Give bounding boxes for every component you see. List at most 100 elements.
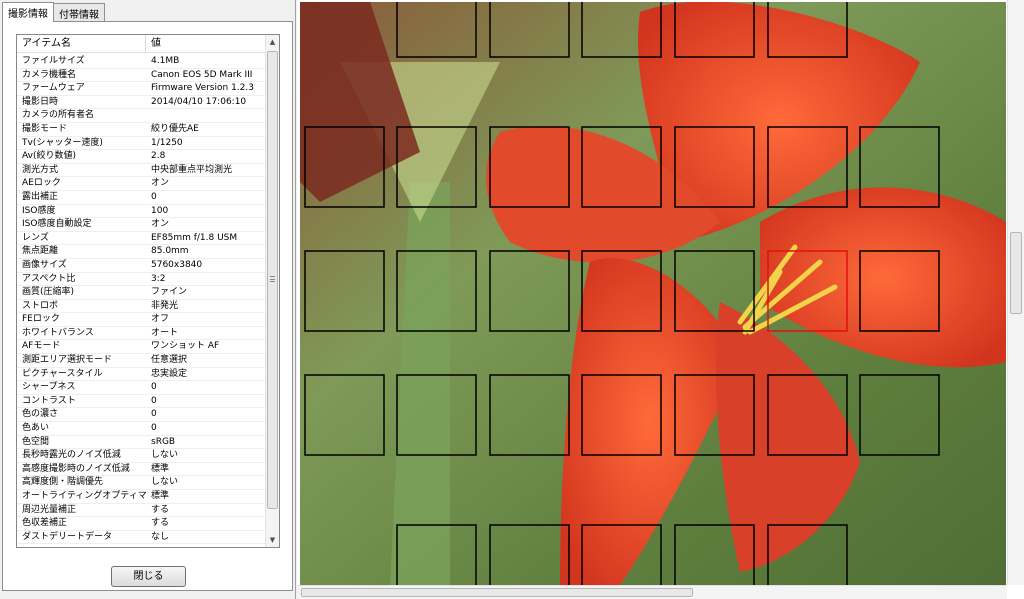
table-row[interactable]: カメラの所有者名 bbox=[17, 109, 267, 123]
item-value-cell: オート bbox=[151, 327, 179, 338]
item-value-cell bbox=[146, 109, 267, 122]
item-value-cell: 非発光 bbox=[151, 300, 179, 311]
table-row[interactable]: 色空間 sRGB bbox=[17, 436, 267, 450]
table-row[interactable]: 色あい 0 bbox=[17, 422, 267, 436]
table-row[interactable]: 露出補正 0 bbox=[17, 191, 267, 205]
column-header-item-name[interactable]: アイテム名 bbox=[17, 35, 146, 53]
item-value-cell: 中央部重点平均測光 bbox=[151, 164, 233, 175]
table-row[interactable]: 高感度撮影時のノイズ低減 標準 bbox=[17, 463, 267, 477]
image-preview-panel bbox=[297, 0, 1024, 599]
column-header-value[interactable]: 値 bbox=[146, 35, 267, 53]
item-name-cell: 画像サイズ bbox=[22, 259, 67, 270]
item-name-cell: ダストデリートデータ bbox=[22, 531, 113, 542]
table-row[interactable]: コントラスト 0 bbox=[17, 395, 267, 409]
table-row[interactable]: 測光方式 中央部重点平均測光 bbox=[17, 164, 267, 178]
item-value-cell: 標準 bbox=[151, 491, 170, 501]
item-name-cell: 高輝度側・階調優先 bbox=[22, 477, 104, 488]
item-value-cell: オフ bbox=[151, 314, 170, 325]
table-row[interactable]: ピクチャースタイル 忠実設定 bbox=[17, 368, 267, 382]
item-name-cell: FEロック bbox=[22, 314, 60, 325]
item-value-cell: 0 bbox=[151, 382, 157, 393]
table-row[interactable]: 色収差補正 する bbox=[17, 517, 267, 531]
item-value-cell: 100 bbox=[151, 205, 169, 216]
item-value-cell: しない bbox=[151, 450, 179, 461]
table-row[interactable]: 撮影日時 2014/04/10 17:06:10 bbox=[17, 96, 267, 110]
image-horizontal-scrollbar[interactable] bbox=[297, 585, 1007, 599]
scroll-up-arrow-icon[interactable]: ▲ bbox=[266, 35, 279, 49]
item-value-cell: ファイン bbox=[151, 287, 188, 298]
item-value-cell: sRGB bbox=[151, 436, 176, 447]
table-row[interactable]: ISO感度 100 bbox=[17, 205, 267, 219]
item-value-cell: 5760x3840 bbox=[151, 259, 203, 270]
item-name-cell: ストロボ bbox=[22, 300, 59, 311]
list-scrollbar[interactable]: ▲ ▼ bbox=[265, 35, 279, 547]
table-row[interactable]: 長秒時露光のノイズ低減 しない bbox=[17, 449, 267, 463]
vertical-scroll-thumb[interactable] bbox=[1010, 232, 1022, 314]
table-row[interactable]: 画質(圧縮率) ファイン bbox=[17, 286, 267, 300]
item-value-cell: 0 bbox=[151, 409, 157, 420]
item-name-cell: コントラスト bbox=[22, 395, 76, 406]
item-name-cell: シャープネス bbox=[22, 382, 76, 393]
flower-photo bbox=[300, 2, 1006, 585]
item-value-cell: 2.8 bbox=[151, 151, 166, 162]
table-row[interactable]: レンズ EF85mm f/1.8 USM bbox=[17, 232, 267, 246]
item-value-cell: Canon EOS 5D Mark III bbox=[151, 69, 253, 80]
item-value-cell: 忠実設定 bbox=[151, 368, 188, 379]
table-row[interactable]: 高輝度側・階調優先 しない bbox=[17, 476, 267, 490]
item-value-cell: する bbox=[151, 518, 170, 529]
table-row[interactable]: FEロック オフ bbox=[17, 313, 267, 327]
item-value-cell: 4.1MB bbox=[151, 56, 180, 66]
item-name-cell: 撮影日時 bbox=[22, 96, 59, 107]
table-row[interactable]: アスペクト比 3:2 bbox=[17, 273, 267, 287]
item-value-cell: しない bbox=[151, 477, 179, 488]
item-name-cell: オートライティングオプティマイザ bbox=[22, 491, 146, 501]
table-row[interactable]: ファイルサイズ 4.1MB bbox=[17, 55, 267, 69]
item-name-cell: カメラ機種名 bbox=[22, 69, 77, 80]
item-name-cell: AFモード bbox=[22, 341, 61, 352]
grip-icon bbox=[270, 276, 275, 282]
table-row[interactable]: 画像サイズ 5760x3840 bbox=[17, 259, 267, 273]
item-name-cell: Tv(シャッター速度) bbox=[22, 137, 103, 148]
exif-list[interactable]: アイテム名 値 ファイルサイズ 4.1MB カメラ機種名 Canon EOS 5D M… bbox=[16, 34, 280, 548]
item-name-cell: 色あい bbox=[22, 423, 50, 434]
image-viewport[interactable] bbox=[300, 2, 1006, 585]
item-value-cell: 任意選択 bbox=[151, 355, 188, 366]
table-row[interactable]: シャープネス 0 bbox=[17, 381, 267, 395]
table-row[interactable]: 撮影モード 絞り優先AE bbox=[17, 123, 267, 137]
item-value-cell: 85.0mm bbox=[151, 246, 189, 257]
item-name-cell: ISO感度自動設定 bbox=[22, 219, 92, 230]
item-value-cell: する bbox=[151, 504, 170, 515]
table-row[interactable]: オートライティングオプティマイザ標準 bbox=[17, 490, 267, 504]
item-value-cell: 1/1250 bbox=[151, 137, 183, 148]
item-name-cell: 周辺光量補正 bbox=[22, 504, 77, 515]
item-name-cell: 長秒時露光のノイズ低減 bbox=[22, 450, 121, 461]
table-row[interactable]: ISO感度自動設定 オン bbox=[17, 218, 267, 232]
table-row[interactable]: 色の濃さ 0 bbox=[17, 408, 267, 423]
item-value-cell: 絞り優先AE bbox=[151, 123, 199, 134]
table-row[interactable]: ダストデリートデータ なし bbox=[17, 531, 267, 545]
table-row[interactable]: 焦点距離 85.0mm bbox=[17, 245, 267, 259]
item-value-cell: 0 bbox=[151, 395, 157, 406]
item-name-cell: 色収差補正 bbox=[22, 518, 68, 529]
scroll-thumb[interactable] bbox=[267, 51, 278, 509]
close-button[interactable]: 閉じる bbox=[111, 566, 186, 587]
table-row[interactable]: 周辺光量補正 する bbox=[17, 504, 267, 518]
item-value-cell: 2014/04/10 17:06:10 bbox=[151, 96, 247, 107]
tab-supplementary-info[interactable]: 付帯情報 bbox=[53, 3, 105, 21]
table-row[interactable]: Av(絞り数値) 2.8 bbox=[17, 150, 267, 164]
item-value-cell: 標準 bbox=[151, 463, 170, 474]
list-rows: ファイルサイズ 4.1MB カメラ機種名 Canon EOS 5D Mark III フ… bbox=[17, 55, 267, 545]
item-name-cell: 測距エリア選択モード bbox=[22, 355, 113, 366]
tab-shooting-info[interactable]: 撮影情報 bbox=[2, 2, 54, 22]
table-row[interactable]: ホワイトバランス オート bbox=[17, 327, 267, 341]
table-row[interactable]: AEロック オン bbox=[17, 177, 267, 191]
table-row[interactable]: ファームウェア Firmware Version 1.2.3 bbox=[17, 82, 267, 96]
table-row[interactable]: ストロボ 非発光 bbox=[17, 300, 267, 314]
table-row[interactable]: 測距エリア選択モード 任意選択 bbox=[17, 354, 267, 368]
image-vertical-scrollbar[interactable] bbox=[1007, 0, 1024, 585]
scroll-down-arrow-icon[interactable]: ▼ bbox=[266, 533, 279, 547]
table-row[interactable]: Tv(シャッター速度) 1/1250 bbox=[17, 137, 267, 151]
horizontal-scroll-thumb[interactable] bbox=[301, 588, 693, 597]
table-row[interactable]: AFモード ワンショット AF bbox=[17, 340, 267, 355]
table-row[interactable]: カメラ機種名 Canon EOS 5D Mark III bbox=[17, 69, 267, 83]
